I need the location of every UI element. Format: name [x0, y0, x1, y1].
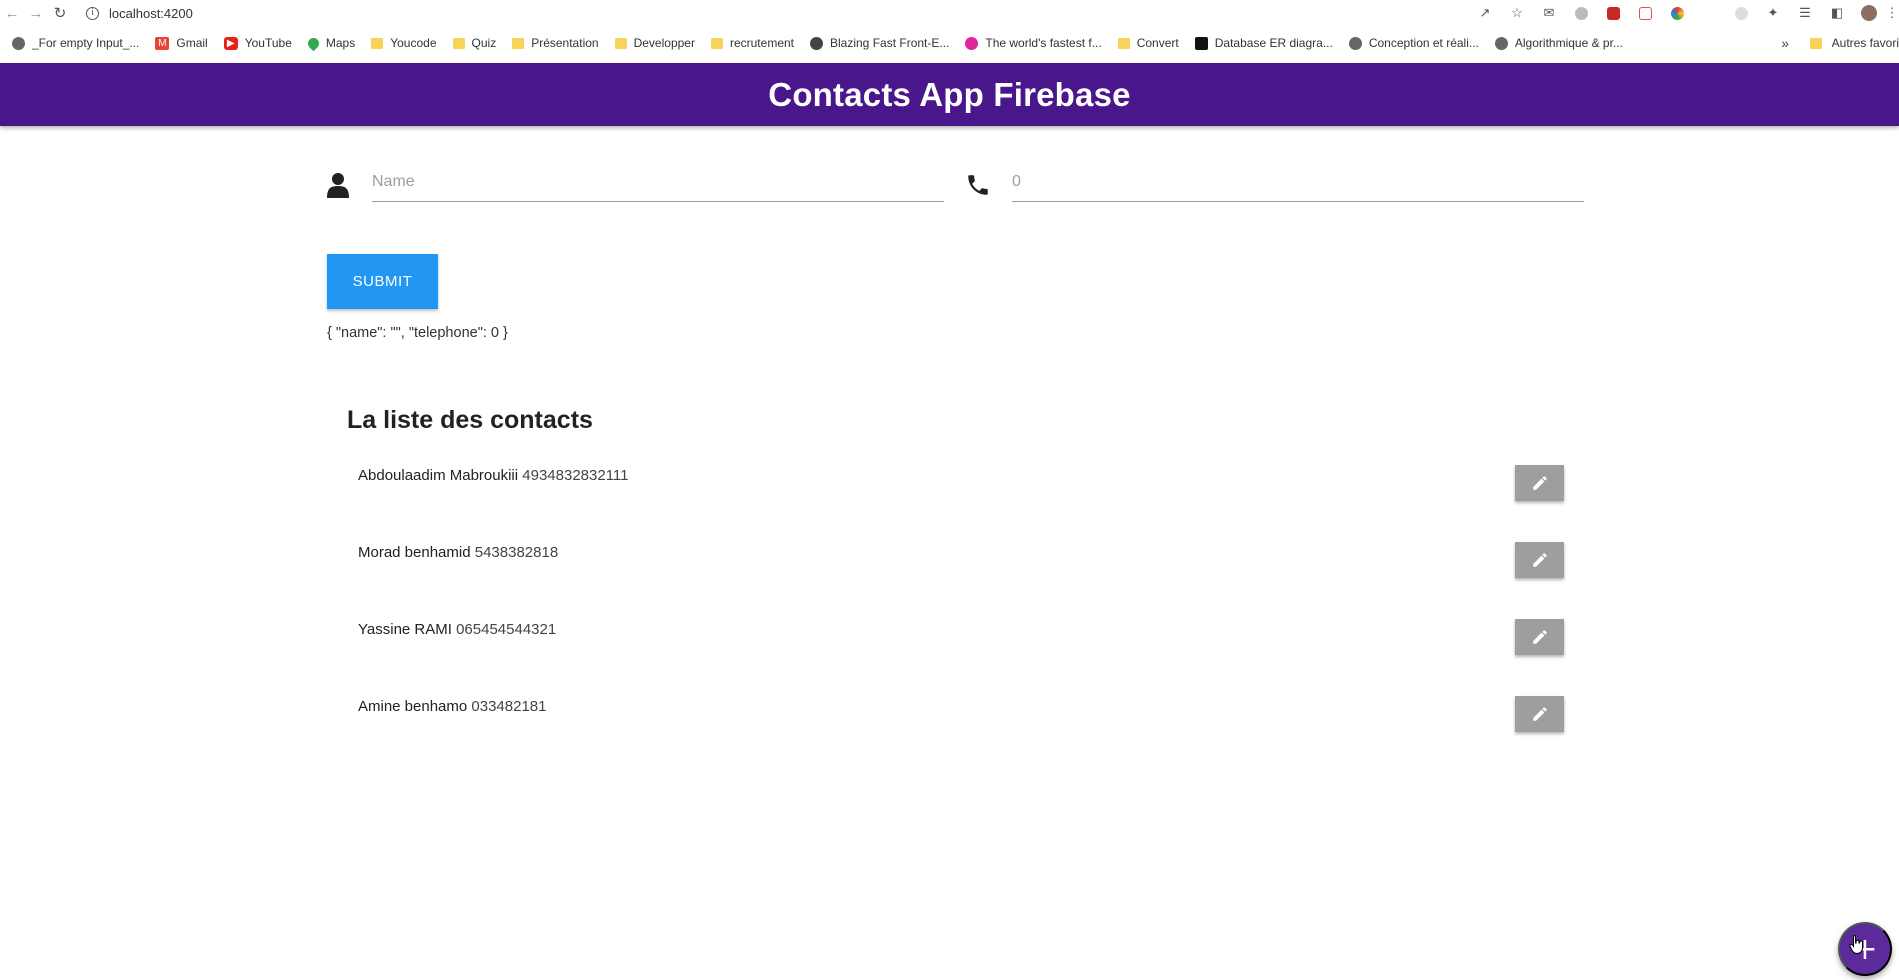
puzzle-icon[interactable]: ✦ [1757, 1, 1789, 25]
toolbar-icons: ↗ ☆ ✉ ✦ ☰ ◧ ⋮ [1469, 0, 1899, 26]
gmail-icon: M [155, 36, 170, 50]
contact-telephone: 065454544321 [456, 621, 557, 638]
youtube-icon: ▶ [223, 36, 238, 50]
phone-icon [965, 170, 991, 200]
contact-telephone: 5438382818 [474, 544, 559, 561]
calendar-extension-icon[interactable] [1629, 1, 1661, 25]
site-icon [810, 36, 823, 50]
reload-icon[interactable]: ↻ [48, 1, 72, 25]
edit-contact-button[interactable] [1515, 696, 1564, 732]
reading-list-icon[interactable]: ☰ [1789, 1, 1821, 25]
contact-item: Abdoulaadim Mabroukiii 4934832832111 [358, 465, 1564, 505]
menu-icon[interactable]: ⋮ [1885, 1, 1899, 25]
site-info-icon[interactable]: i [86, 6, 99, 20]
mail-extension-icon[interactable]: ✉ [1533, 1, 1565, 25]
site-icon [1194, 36, 1208, 50]
bookmark-item[interactable]: ▶ YouTube [223, 36, 292, 50]
folder-icon [512, 37, 525, 49]
url-text[interactable]: localhost:4200 [109, 6, 193, 21]
red-extension-icon[interactable] [1597, 1, 1629, 25]
browser-toolbar: ← → ↻ i localhost:4200 ↗ ☆ ✉ ✦ ☰ ◧ ⋮ [0, 0, 1899, 26]
bookmark-item[interactable]: _For empty Input_... [12, 36, 139, 50]
telephone-input-wrapper [1012, 160, 1584, 202]
contact-name: Abdoulaadim Mabroukiii [358, 467, 519, 484]
site-icon [965, 36, 979, 50]
contact-telephone: 4934832832111 [522, 467, 629, 484]
profile-avatar[interactable] [1853, 1, 1885, 25]
bookmark-item[interactable]: Conception et réali... [1348, 36, 1479, 50]
person-icon [325, 170, 351, 200]
bookmark-item[interactable]: Database ER diagra... [1194, 36, 1333, 50]
edit-contact-button[interactable] [1515, 542, 1564, 578]
star-icon[interactable]: ☆ [1501, 1, 1533, 25]
add-contact-fab[interactable]: + [1838, 922, 1892, 976]
contact-item: Amine benhamo 033482181 [358, 696, 1564, 736]
telephone-field [965, 164, 1584, 202]
bookmark-item[interactable]: Developper [614, 36, 695, 50]
app-title: Contacts App Firebase [768, 75, 1131, 113]
name-input-wrapper [372, 160, 944, 202]
bookmark-item[interactable]: Blazing Fast Front-E... [810, 36, 949, 50]
contact-item: Yassine RAMI 065454544321 [358, 619, 1564, 659]
edit-contact-button[interactable] [1515, 465, 1564, 501]
bookmarks-bar: _For empty Input_... M Gmail ▶ YouTube Map… [0, 30, 1899, 56]
bookmark-item[interactable]: Quiz [452, 36, 496, 50]
contacts-list-title: La liste des contacts [347, 406, 593, 434]
adblock-extension-icon[interactable] [1565, 1, 1597, 25]
folder-icon [614, 37, 627, 49]
contact-name: Morad benhamid [358, 544, 471, 561]
maps-icon [305, 35, 322, 51]
bookmark-item[interactable]: Présentation [512, 36, 599, 50]
contact-telephone: 033482181 [471, 698, 547, 715]
folder-icon [1809, 37, 1822, 49]
bookmark-item[interactable]: Maps [305, 35, 355, 51]
globe-icon [12, 36, 25, 50]
hand-cursor-icon [1849, 935, 1863, 954]
bookmark-item[interactable]: Convert [1117, 36, 1179, 50]
side-panel-icon[interactable]: ◧ [1821, 1, 1853, 25]
globe-icon [1348, 36, 1362, 50]
pencil-icon [1532, 476, 1547, 490]
more-bookmarks-button[interactable]: » [1781, 30, 1789, 56]
pencil-icon [1532, 707, 1547, 721]
edit-contact-button[interactable] [1515, 619, 1564, 655]
contact-text: Yassine RAMI 065454544321 [358, 621, 556, 638]
folder-icon [710, 37, 723, 49]
folder-icon [371, 37, 384, 49]
other-bookmarks[interactable]: Autres favori [1809, 30, 1899, 56]
app-header: Contacts App Firebase [0, 63, 1899, 126]
name-input[interactable] [372, 164, 944, 200]
name-field [325, 164, 944, 202]
globe-icon [1494, 36, 1508, 50]
contact-text: Abdoulaadim Mabroukiii 4934832832111 [358, 467, 629, 484]
bookmark-item[interactable]: M Gmail [155, 36, 208, 50]
submit-button[interactable]: SUBMIT [327, 254, 438, 309]
bookmark-item[interactable]: recrutement [710, 36, 794, 50]
contact-text: Morad benhamid 5438382818 [358, 544, 558, 561]
telephone-input[interactable] [1012, 164, 1584, 200]
back-icon[interactable]: ← [0, 1, 24, 25]
bookmark-item[interactable]: The world's fastest f... [965, 36, 1102, 50]
folder-icon [452, 37, 465, 49]
forward-icon[interactable]: → [24, 1, 48, 25]
share-icon[interactable]: ↗ [1469, 1, 1501, 25]
form-json-preview: { "name": "", "telephone": 0 } [327, 325, 508, 341]
contact-text: Amine benhamo 033482181 [358, 698, 547, 715]
color-extension-icon[interactable] [1661, 1, 1693, 25]
bookmark-item[interactable]: Algorithmique & pr... [1494, 36, 1623, 50]
folder-icon [1117, 37, 1130, 49]
address-bar[interactable]: i localhost:4200 [86, 6, 193, 21]
pencil-icon [1532, 630, 1547, 644]
pencil-icon [1532, 553, 1547, 567]
bookmark-item[interactable]: Youcode [371, 36, 437, 50]
grey-extension-icon[interactable] [1725, 1, 1757, 25]
contact-item: Morad benhamid 5438382818 [358, 542, 1564, 582]
contact-name: Yassine RAMI [358, 621, 452, 638]
contact-name: Amine benhamo [358, 698, 468, 715]
